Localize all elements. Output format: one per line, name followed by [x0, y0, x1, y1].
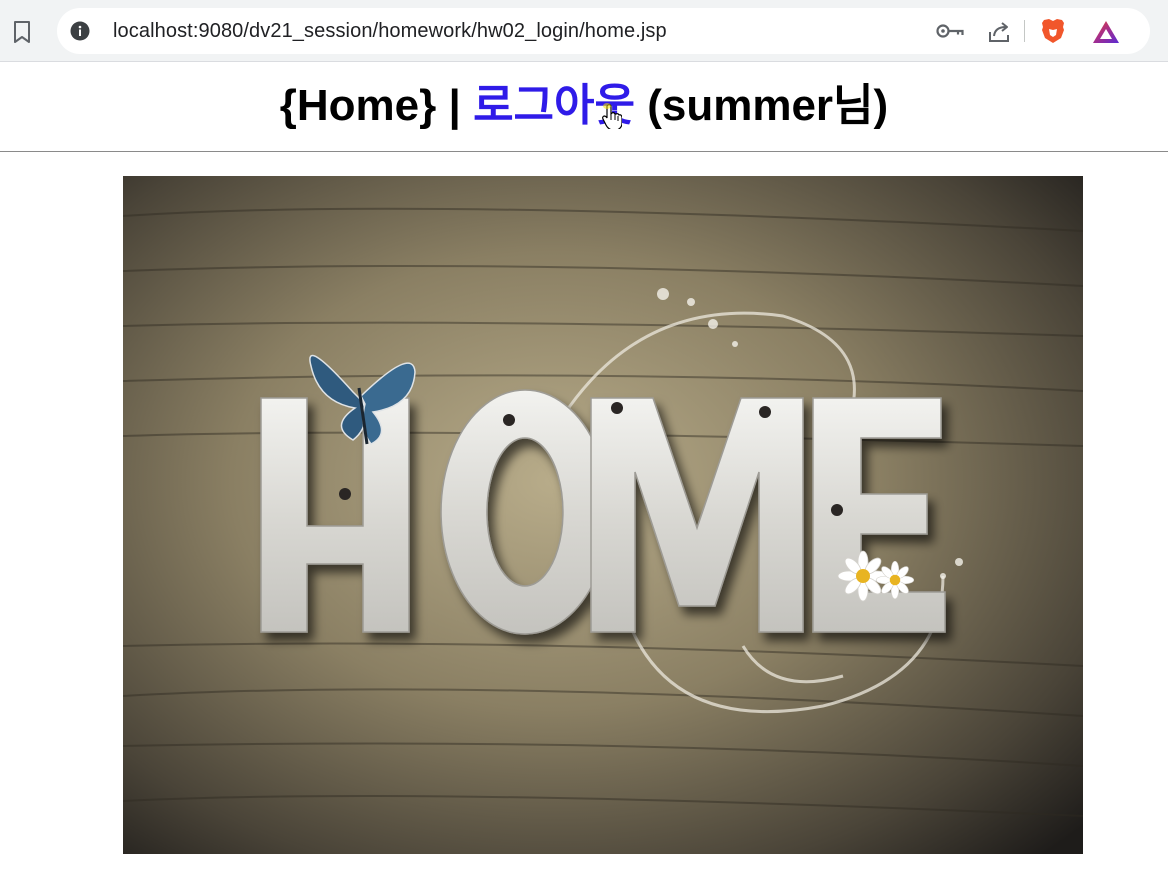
page-header: {Home} | 로그아웃 (summer님) — [0, 62, 1168, 152]
brave-shields-icon[interactable] — [1040, 17, 1066, 45]
home-image — [123, 176, 1083, 854]
user-greeting: (summer님) — [647, 81, 889, 130]
page-title: {Home} | 로그아웃 (summer님) — [0, 62, 1168, 134]
site-info-icon[interactable] — [70, 21, 90, 41]
home-artwork — [123, 176, 1083, 854]
address-bar[interactable]: localhost:9080/dv21_session/homework/hw0… — [57, 8, 1150, 54]
password-key-icon[interactable] — [935, 20, 965, 42]
browser-toolbar: localhost:9080/dv21_session/homework/hw0… — [0, 0, 1168, 62]
bookmark-icon[interactable] — [12, 20, 32, 44]
share-icon[interactable] — [986, 19, 1012, 45]
title-separator: | — [448, 81, 461, 130]
hand-cursor-icon — [602, 103, 622, 129]
toolbar-divider — [1024, 20, 1025, 42]
url-text[interactable]: localhost:9080/dv21_session/homework/hw0… — [113, 20, 667, 43]
brave-rewards-icon[interactable] — [1091, 19, 1121, 45]
home-label: {Home} — [279, 81, 437, 130]
